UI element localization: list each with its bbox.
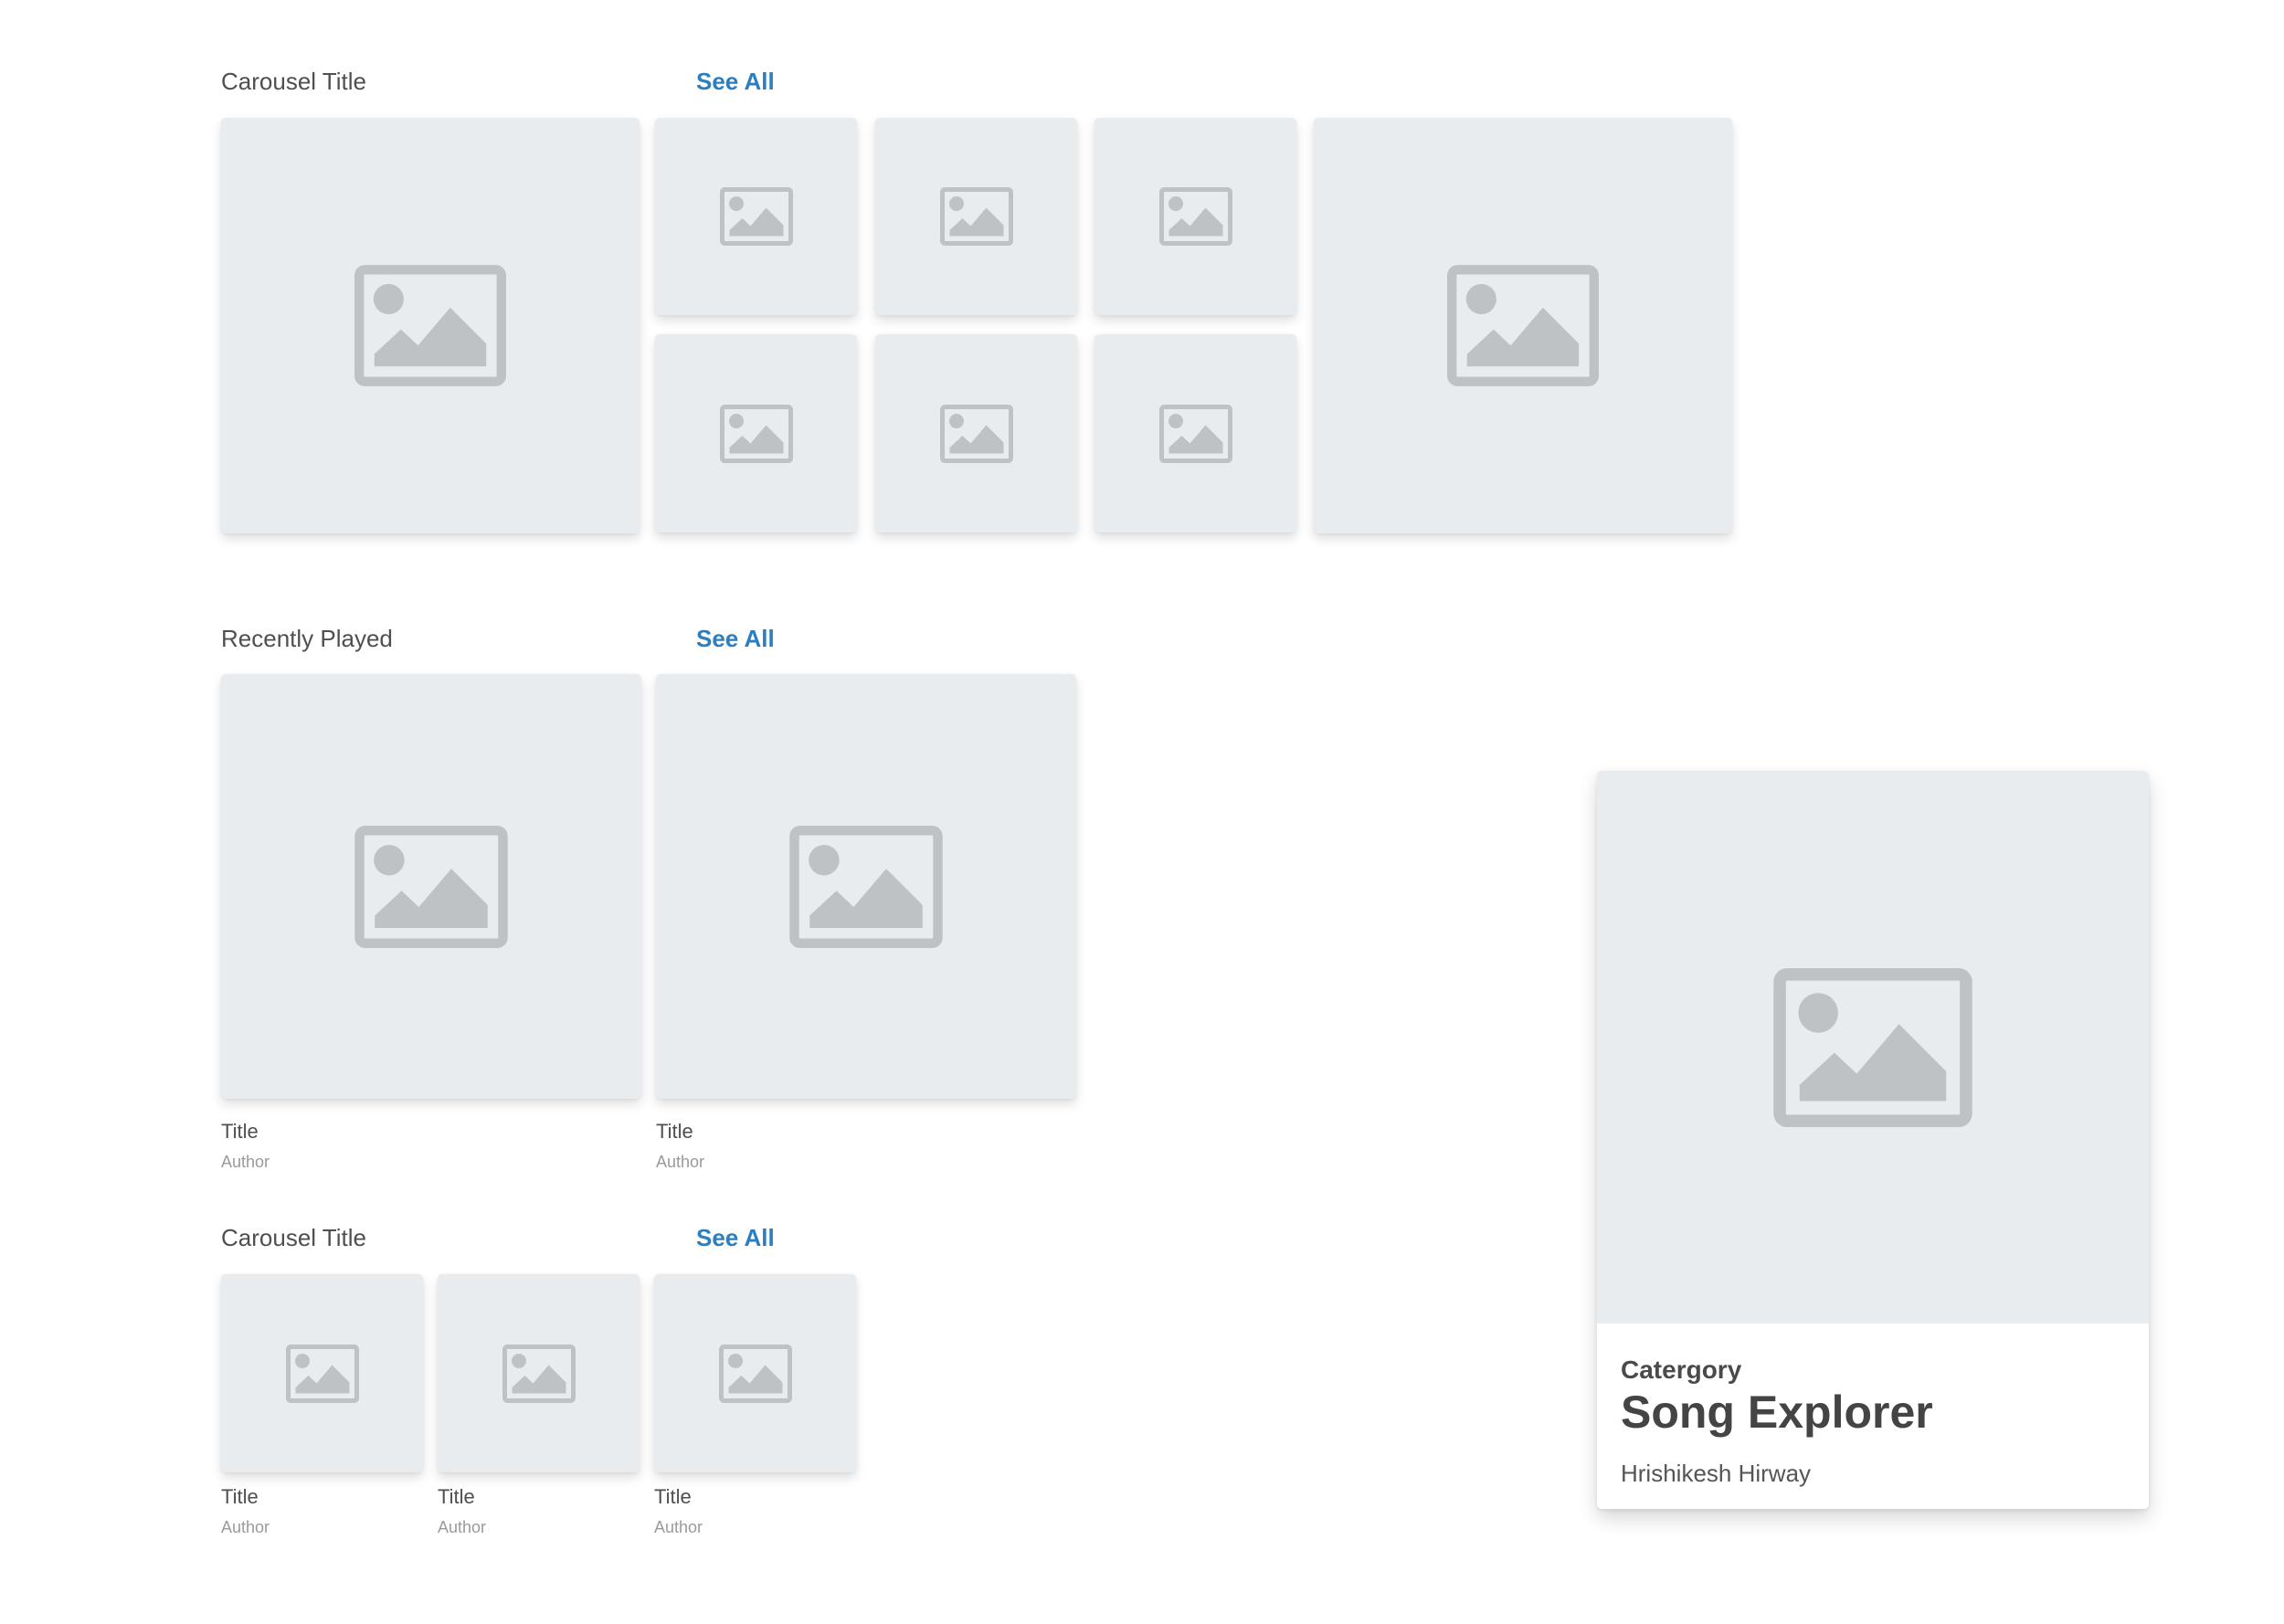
image-placeholder-icon xyxy=(940,187,1013,246)
recently-played-item-title: Title xyxy=(656,1120,693,1143)
carousel-2-item-author: Author xyxy=(654,1518,703,1536)
image-placeholder-icon xyxy=(719,1345,792,1403)
recently-played-tile[interactable] xyxy=(221,674,641,1099)
image-placeholder-icon xyxy=(720,405,793,463)
recently-played-tile[interactable] xyxy=(656,674,1076,1099)
carousel-1-small-tile[interactable] xyxy=(875,118,1077,315)
image-placeholder-icon xyxy=(1159,405,1232,463)
carousel-2-tile[interactable] xyxy=(438,1274,640,1472)
image-placeholder-icon xyxy=(1159,187,1232,246)
carousel-1-small-tile[interactable] xyxy=(875,334,1077,533)
carousel-2-tile[interactable] xyxy=(221,1274,423,1472)
carousel-1-small-tile[interactable] xyxy=(655,118,857,315)
see-all-button-carousel-1[interactable]: See All xyxy=(696,69,775,93)
image-placeholder-icon xyxy=(354,265,506,386)
carousel-1-small-tile[interactable] xyxy=(655,334,857,533)
image-placeholder-icon xyxy=(940,405,1013,463)
feature-card[interactable]: Catergory Song Explorer Hrishikesh Hirwa… xyxy=(1597,771,2149,1509)
see-all-button-carousel-2[interactable]: See All xyxy=(696,1226,775,1250)
feature-card-category: Catergory xyxy=(1621,1355,1742,1384)
feature-card-image xyxy=(1597,771,2149,1323)
section-title-carousel-2: Carousel Title xyxy=(221,1224,366,1251)
carousel-1-large-tile-right[interactable] xyxy=(1314,118,1732,533)
feature-card-author: Hrishikesh Hirway xyxy=(1621,1460,1812,1487)
image-placeholder-icon xyxy=(502,1345,576,1403)
carousel-2-item-title: Title xyxy=(438,1485,475,1508)
carousel-2-item-author: Author xyxy=(438,1518,487,1536)
carousel-2-item-title: Title xyxy=(221,1485,259,1508)
recently-played-item-title: Title xyxy=(221,1120,259,1143)
section-title-recently-played: Recently Played xyxy=(221,625,393,652)
image-placeholder-icon xyxy=(354,826,508,948)
image-placeholder-icon xyxy=(1447,265,1599,386)
image-placeholder-icon xyxy=(789,826,943,948)
image-placeholder-icon xyxy=(286,1345,359,1403)
carousel-1-large-tile-left[interactable] xyxy=(221,118,640,533)
section-title-carousel-1: Carousel Title xyxy=(221,68,366,95)
image-placeholder-icon xyxy=(720,187,793,246)
image-placeholder-icon xyxy=(1773,968,1972,1127)
carousel-1-small-tile[interactable] xyxy=(1094,334,1296,533)
carousel-2-item-title: Title xyxy=(654,1485,692,1508)
recently-played-item-author: Author xyxy=(656,1153,705,1171)
recently-played-item-author: Author xyxy=(221,1153,270,1171)
see-all-button-recently-played[interactable]: See All xyxy=(696,627,775,650)
carousel-1-small-tile[interactable] xyxy=(1094,118,1296,315)
feature-card-title: Song Explorer xyxy=(1621,1387,1933,1438)
carousel-2-tile[interactable] xyxy=(654,1274,856,1472)
carousel-2-item-author: Author xyxy=(221,1518,270,1536)
